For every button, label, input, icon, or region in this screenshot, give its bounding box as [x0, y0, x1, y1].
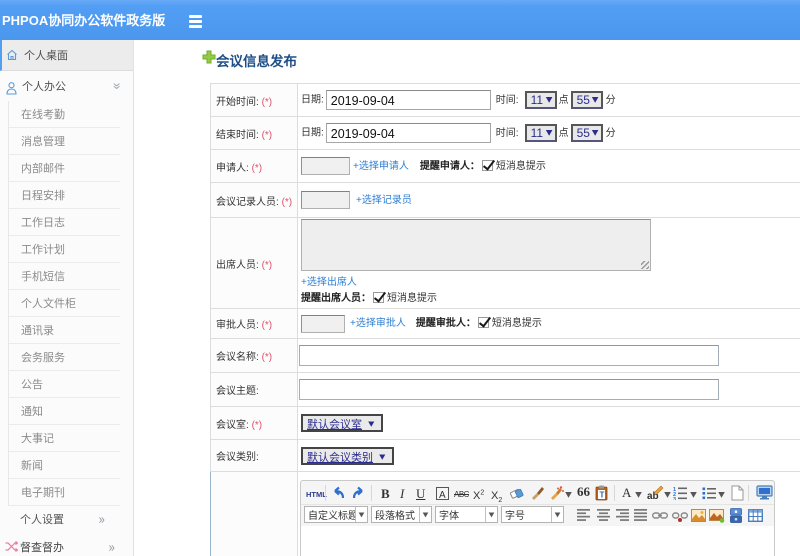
svg-text:3: 3 — [673, 497, 676, 500]
svg-text:T: T — [600, 491, 605, 500]
